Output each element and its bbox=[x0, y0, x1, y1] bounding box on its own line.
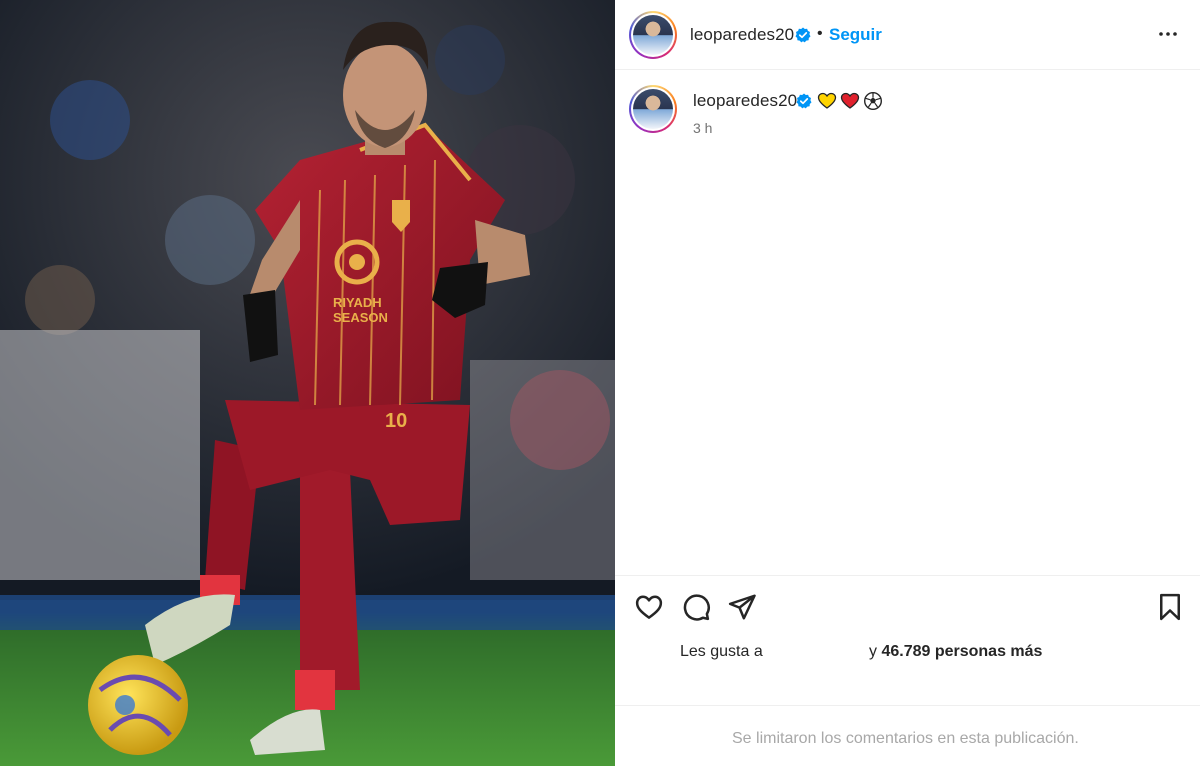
comment-icon[interactable] bbox=[681, 592, 711, 622]
heart-icon[interactable] bbox=[634, 592, 664, 622]
likes-summary[interactable]: y 46.789 personas más bbox=[869, 643, 1042, 661]
sponsor-line2: SEASON bbox=[333, 310, 388, 325]
caption-text bbox=[817, 91, 883, 111]
post-photo: RIYADH SEASON 10 bbox=[0, 0, 615, 766]
likes-prefix: Les gusta a bbox=[680, 643, 763, 660]
follow-button[interactable]: Seguir bbox=[829, 25, 882, 45]
avatar-photo bbox=[633, 15, 673, 55]
sponsor-line1: RIYADH bbox=[333, 295, 382, 310]
verified-badge-icon bbox=[796, 93, 812, 109]
verified-badge-icon bbox=[795, 27, 811, 43]
post-sidebar: leoparedes20 • Seguir leoparedes20 3 h L… bbox=[615, 0, 1200, 766]
yellow-heart-icon bbox=[817, 92, 837, 109]
soccer-ball-icon bbox=[863, 91, 883, 111]
header-separator: • bbox=[817, 25, 823, 42]
author-avatar[interactable] bbox=[629, 11, 677, 59]
comments-limited-text: Se limitaron los comentarios en esta pub… bbox=[732, 730, 1079, 747]
post-time[interactable]: 3 h bbox=[693, 120, 712, 136]
caption-username[interactable]: leoparedes20 bbox=[693, 91, 797, 111]
post-header: leoparedes20 • Seguir bbox=[615, 0, 1200, 70]
bookmark-icon[interactable] bbox=[1155, 592, 1185, 622]
comments-limited-notice: Se limitaron los comentarios en esta pub… bbox=[615, 705, 1200, 766]
share-icon[interactable] bbox=[727, 592, 757, 622]
caption-avatar[interactable] bbox=[629, 85, 677, 133]
post-image[interactable]: RIYADH SEASON 10 bbox=[0, 0, 615, 766]
shorts-number: 10 bbox=[385, 410, 407, 432]
red-heart-icon bbox=[840, 92, 860, 109]
likes-count[interactable]: 46.789 personas más bbox=[881, 643, 1042, 660]
more-horizontal-icon[interactable] bbox=[1156, 22, 1180, 46]
author-username[interactable]: leoparedes20 bbox=[690, 25, 794, 45]
avatar-photo bbox=[633, 89, 673, 129]
action-bar: Les gusta a y 46.789 personas más bbox=[615, 575, 1200, 705]
likes-connector: y bbox=[869, 643, 877, 660]
